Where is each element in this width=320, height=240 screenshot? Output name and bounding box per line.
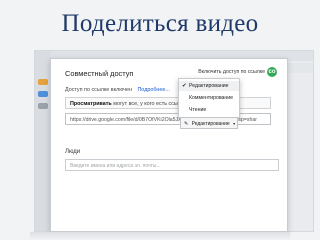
- share-url-field[interactable]: https://drive.google.com/file/d/0B7OfVKi…: [65, 113, 271, 125]
- background-shadow: [30, 232, 290, 240]
- more-link[interactable]: Подробнее...: [137, 87, 169, 93]
- pencil-icon: ✎: [184, 121, 189, 127]
- link-sharing-label[interactable]: Включить доступ по ссылке: [198, 69, 265, 75]
- check-icon: ✔: [182, 83, 187, 89]
- slide-title: Поделиться видео: [61, 10, 259, 37]
- background-icon: [38, 103, 48, 109]
- menu-item-comment[interactable]: Комментирование: [179, 93, 239, 103]
- access-level-dropdown[interactable]: Просматривать могут все, у кого есть ссы…: [65, 97, 271, 109]
- dialog-title: Совместный доступ: [65, 69, 134, 78]
- permission-menu: ✔ Редактирование Комментирование Чтение: [178, 78, 240, 118]
- menu-item-read[interactable]: Чтение: [179, 105, 239, 115]
- menu-item-label: Комментирование: [189, 95, 234, 101]
- background-icon: [38, 79, 48, 85]
- background-sidebar: [35, 51, 51, 231]
- menu-item-label: Чтение: [189, 107, 207, 113]
- link-status: Доступ по ссылке включен Подробнее...: [65, 87, 170, 93]
- people-input[interactable]: Введите имена или адреса эл. почты...: [65, 159, 279, 171]
- link-toggle-icon[interactable]: co: [267, 67, 277, 77]
- access-level-desc: могут все, у кого есть ссылка: [113, 101, 187, 107]
- permission-button[interactable]: ✎ Редактирование ▾: [180, 117, 238, 129]
- menu-item-label: Редактирование: [189, 83, 229, 89]
- background-icon: [38, 91, 48, 97]
- chevron-down-icon: ▾: [233, 121, 236, 126]
- permission-button-label: Редактирование: [191, 121, 230, 127]
- people-label: Люди: [65, 149, 81, 155]
- access-level-value: Просматривать: [70, 101, 112, 107]
- menu-item-edit[interactable]: ✔ Редактирование: [179, 81, 239, 91]
- share-dialog: Совместный доступ Включить доступ по ссы…: [50, 58, 288, 232]
- link-status-text: Доступ по ссылке включен: [65, 87, 132, 93]
